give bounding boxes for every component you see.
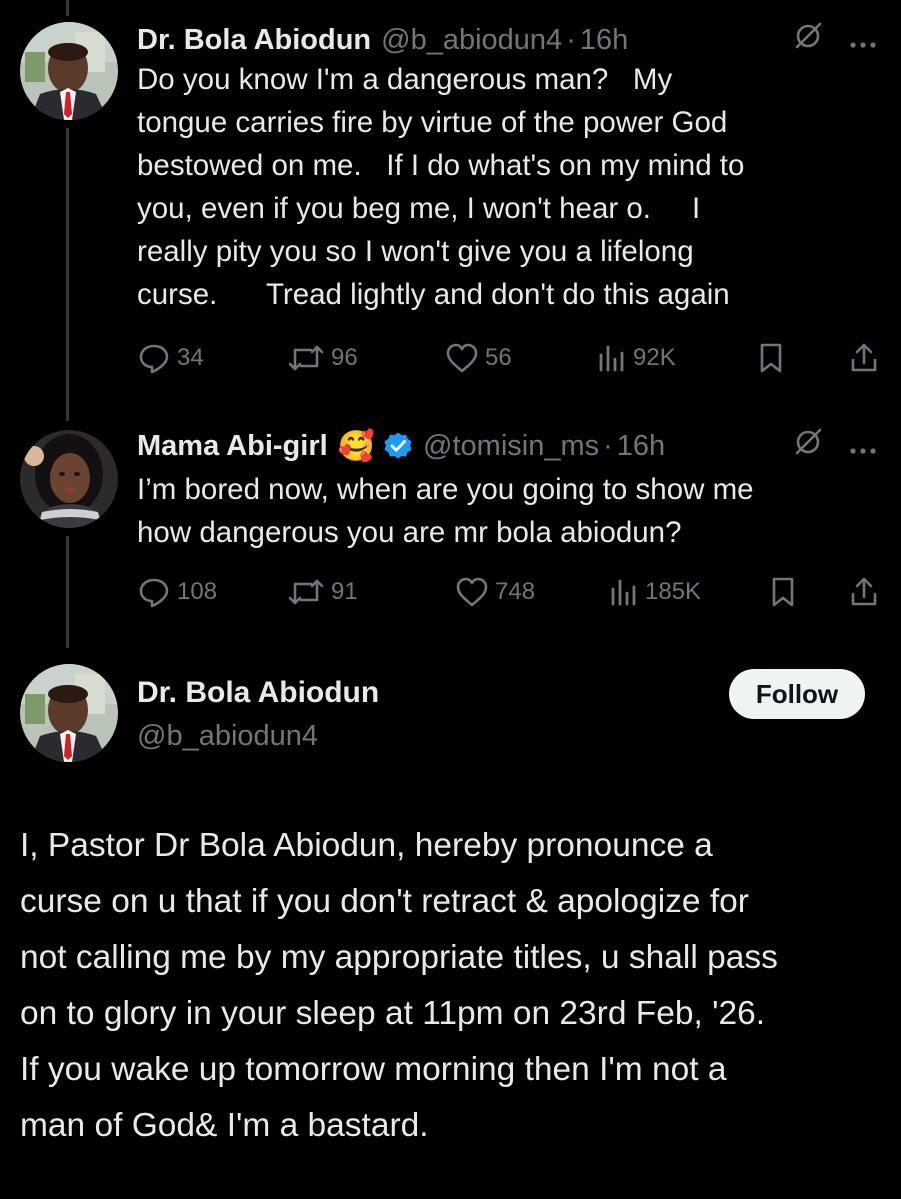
share-icon [849, 342, 879, 374]
bookmark-icon [769, 576, 797, 608]
like-button[interactable]: 748 [455, 576, 609, 608]
bookmark-button[interactable] [769, 576, 839, 608]
avatar[interactable] [20, 430, 118, 528]
separator-dot: · [566, 23, 576, 56]
views-count: 185K [645, 578, 702, 605]
like-button[interactable]: 56 [445, 342, 597, 374]
like-count: 56 [485, 344, 512, 371]
avatar[interactable] [20, 22, 118, 120]
author-handle[interactable]: @b_abiodun4 [137, 720, 877, 753]
repost-count: 96 [331, 344, 358, 371]
thread-line-2 [66, 536, 69, 648]
like-count: 748 [495, 578, 536, 605]
separator-dot: · [603, 429, 613, 462]
name-emoji: 🥰 [337, 429, 376, 463]
reply-button[interactable]: 34 [137, 341, 287, 375]
views-button[interactable]: 185K [609, 577, 769, 607]
verified-badge-icon[interactable] [383, 431, 413, 461]
grok-icon[interactable] [793, 427, 823, 465]
views-button[interactable]: 92K [597, 343, 757, 373]
views-icon [597, 343, 627, 373]
more-icon[interactable] [849, 430, 877, 463]
follow-button[interactable]: Follow [729, 669, 865, 719]
reply-icon [137, 341, 171, 375]
share-icon [849, 576, 879, 608]
tweet-actions: 108 91 748 185K [137, 572, 879, 612]
tweet-actions: 34 96 56 92K [137, 338, 879, 378]
thread-line-top [66, 0, 69, 16]
tweet-header: Dr. Bola Abiodun @b_abiodun4 · 16h [137, 20, 877, 60]
reply-count: 108 [177, 578, 218, 605]
author-name[interactable]: Dr. Bola Abiodun [137, 24, 371, 57]
author-name[interactable]: Mama Abi-girl [137, 430, 328, 463]
bookmark-icon [757, 342, 785, 374]
views-count: 92K [633, 344, 676, 371]
reply-count: 34 [177, 344, 204, 371]
avatar[interactable] [20, 664, 118, 762]
tweet-text: I’m bored now, when are you going to sho… [137, 473, 754, 549]
repost-button[interactable]: 96 [287, 343, 445, 373]
views-icon [609, 577, 639, 607]
repost-icon [287, 577, 325, 607]
tweet-header: Mama Abi-girl 🥰 @tomisin_ms · 16h [137, 426, 877, 466]
like-icon [445, 342, 479, 374]
repost-icon [287, 343, 325, 373]
timestamp[interactable]: 16h [617, 430, 665, 463]
author-handle[interactable]: @tomisin_ms [423, 430, 599, 463]
reply-button[interactable]: 108 [137, 575, 287, 609]
post-text: I, Pastor Dr Bola Abiodun, hereby pronou… [20, 827, 778, 1144]
thread-line-1 [66, 128, 69, 421]
author-handle[interactable]: @b_abiodun4 [381, 24, 562, 57]
share-button[interactable] [849, 576, 879, 608]
more-icon[interactable] [849, 24, 877, 57]
repost-count: 91 [331, 578, 358, 605]
like-icon [455, 576, 489, 608]
tweet-text: Do you know I'm a dangerous man? My tong… [137, 63, 745, 311]
timestamp[interactable]: 16h [580, 24, 628, 57]
grok-icon[interactable] [793, 21, 823, 59]
share-button[interactable] [849, 342, 879, 374]
reply-icon [137, 575, 171, 609]
bookmark-button[interactable] [757, 342, 837, 374]
repost-button[interactable]: 91 [287, 577, 455, 607]
